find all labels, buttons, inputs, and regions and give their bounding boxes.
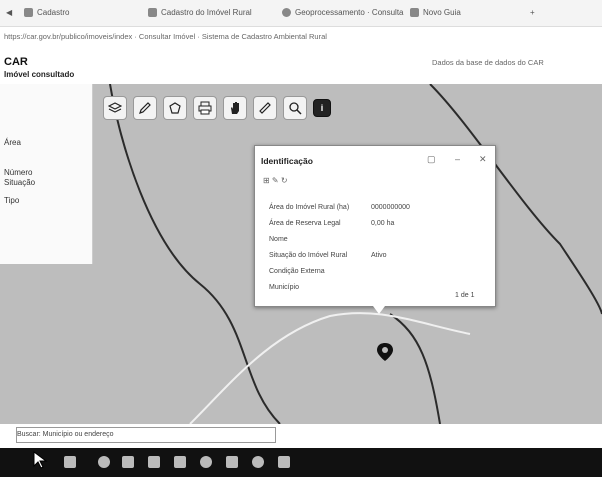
layers-tool[interactable] bbox=[103, 96, 127, 120]
new-tab-button[interactable]: + bbox=[530, 6, 535, 20]
left-panel-item: Número bbox=[4, 168, 33, 177]
minimize-icon[interactable]: – bbox=[455, 154, 460, 164]
page-icon bbox=[24, 8, 33, 18]
chrome-icon[interactable] bbox=[252, 456, 264, 468]
measure-tool[interactable] bbox=[253, 96, 277, 120]
left-panel-item: Tipo bbox=[4, 196, 20, 205]
browser-icon[interactable] bbox=[200, 456, 212, 468]
left-panel-item: Área bbox=[4, 138, 21, 147]
field-label: Município bbox=[269, 284, 299, 291]
map-toolbar: i bbox=[103, 96, 331, 122]
task-view-icon[interactable] bbox=[122, 456, 134, 468]
magnifier-icon bbox=[289, 102, 302, 115]
field-label: Situação do Imóvel Rural bbox=[269, 252, 348, 259]
browser-tab-3[interactable]: Geoprocessamento · Consulta bbox=[282, 6, 404, 20]
browser-tab-bar: ◀ Cadastro Cadastro do Imóvel Rural Geop… bbox=[0, 0, 602, 27]
info-tool[interactable]: i bbox=[313, 99, 331, 117]
page-icon bbox=[148, 8, 157, 18]
polygon-icon bbox=[169, 102, 181, 114]
start-icon[interactable] bbox=[64, 456, 76, 468]
browser-tab-1[interactable]: Cadastro bbox=[24, 6, 69, 20]
draw-tool[interactable] bbox=[133, 96, 157, 120]
field-label: Nome bbox=[269, 236, 288, 243]
field-value: Ativo bbox=[371, 252, 387, 259]
app-icon[interactable] bbox=[226, 456, 238, 468]
maximize-icon[interactable]: ▢ bbox=[427, 154, 436, 165]
browser-tab-4[interactable]: Novo Guia bbox=[410, 6, 461, 20]
popup-nav-icons[interactable]: ⊞ ✎ ↻ bbox=[263, 176, 288, 185]
popup-pointer bbox=[373, 306, 385, 314]
location-pin-icon[interactable] bbox=[376, 342, 394, 362]
field-label: Área do Imóvel Rural (ha) bbox=[269, 204, 350, 211]
close-icon[interactable]: ✕ bbox=[479, 154, 487, 165]
search-text: Buscar: Município ou endereço bbox=[17, 431, 114, 438]
page-subtitle: Imóvel consultado bbox=[4, 70, 75, 79]
hand-icon bbox=[231, 102, 239, 114]
polygon-tool[interactable] bbox=[163, 96, 187, 120]
zoom-tool[interactable] bbox=[283, 96, 307, 120]
identify-popup: Identificação ▢ – ✕ ⊞ ✎ ↻ Área do Imóvel… bbox=[254, 145, 496, 314]
left-panel-item: Situação bbox=[4, 178, 36, 187]
print-icon bbox=[198, 101, 212, 115]
field-label: Área de Reserva Legal bbox=[269, 220, 341, 227]
taskbar bbox=[0, 448, 602, 477]
page-title: CAR bbox=[4, 56, 28, 68]
address-bar[interactable]: https://car.gov.br/publico/imoveis/index… bbox=[4, 30, 598, 44]
print-tool[interactable] bbox=[193, 96, 217, 120]
left-panel: Área Número Situação Tipo bbox=[0, 84, 93, 264]
pencil-icon bbox=[139, 102, 151, 114]
pan-tool[interactable] bbox=[223, 96, 247, 120]
search-icon[interactable] bbox=[98, 456, 110, 468]
page-counter: 1 de 1 bbox=[455, 292, 475, 299]
files-icon[interactable] bbox=[278, 456, 290, 468]
mail-icon[interactable] bbox=[148, 456, 160, 468]
field-label: Condição Externa bbox=[269, 268, 325, 275]
layers-icon bbox=[108, 102, 122, 113]
map-search-input[interactable]: Buscar: Município ou endereço bbox=[16, 427, 276, 443]
popup-title: Identificação bbox=[261, 156, 313, 166]
field-value: 0000000000 bbox=[371, 204, 410, 211]
top-right-note: Dados da base de dados do CAR bbox=[432, 58, 544, 67]
globe-icon bbox=[282, 8, 291, 18]
mouse-cursor-icon bbox=[33, 451, 48, 469]
page-icon bbox=[410, 8, 419, 18]
browser-tab-2[interactable]: Cadastro do Imóvel Rural bbox=[148, 6, 252, 20]
field-value: 0,00 ha bbox=[371, 220, 395, 227]
folder-icon[interactable] bbox=[174, 456, 186, 468]
ruler-icon bbox=[259, 102, 271, 114]
info-icon: i bbox=[320, 103, 324, 113]
browser-back-icon[interactable]: ◀ bbox=[6, 6, 12, 20]
